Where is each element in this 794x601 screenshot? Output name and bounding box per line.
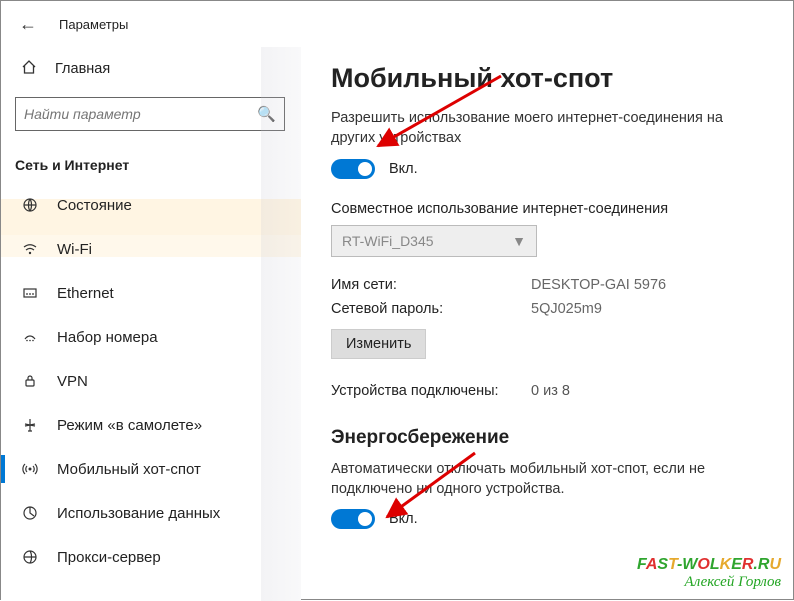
share-description: Разрешить использование моего интернет-с…: [331, 108, 761, 149]
network-password-label: Сетевой пароль:: [331, 301, 531, 317]
sidebar-item-dialup[interactable]: Набор номера: [1, 315, 301, 359]
sidebar-item-label: Набор номера: [57, 329, 158, 346]
data-icon: [21, 505, 39, 521]
sidebar-item-hotspot[interactable]: Мобильный хот-спот: [1, 447, 301, 491]
sidebar-item-label: Ethernet: [57, 285, 114, 302]
sidebar-category: Сеть и Интернет: [1, 131, 301, 183]
search-input[interactable]: 🔍: [15, 97, 285, 131]
dialup-icon: [21, 329, 39, 345]
back-icon[interactable]: ←: [19, 14, 37, 35]
combobox-value: RT-WiFi_D345: [342, 233, 434, 249]
wifi-icon: [21, 241, 39, 257]
devices-connected-value: 0 из 8: [531, 383, 773, 399]
sidebar-item-label: VPN: [57, 373, 88, 390]
sidebar-home[interactable]: Главная: [1, 51, 301, 87]
sidebar-item-status[interactable]: Состояние: [1, 183, 301, 227]
sidebar-item-vpn[interactable]: VPN: [1, 359, 301, 403]
chevron-down-icon: ▼: [512, 233, 526, 249]
toggle-state: Вкл.: [389, 161, 418, 177]
share-toggle[interactable]: [331, 159, 375, 179]
search-field[interactable]: [24, 106, 257, 122]
sidebar-item-ethernet[interactable]: Ethernet: [1, 271, 301, 315]
power-saving-title: Энергосбережение: [331, 427, 773, 449]
main-content: Мобильный хот-спот Разрешить использован…: [301, 47, 794, 601]
sidebar-item-label: Использование данных: [57, 505, 220, 522]
sidebar-item-label: Мобильный хот-спот: [57, 461, 201, 478]
page-title: Мобильный хот-спот: [331, 63, 773, 94]
settings-header: ← Параметры: [1, 1, 794, 47]
sidebar-item-label: Состояние: [57, 197, 132, 214]
edit-button[interactable]: Изменить: [331, 329, 426, 359]
share-from-label: Совместное использование интернет-соедин…: [331, 201, 773, 217]
watermark: FAST-WOLKER.RU Алексей Горлов: [637, 556, 781, 591]
globe-icon: [21, 197, 39, 213]
sidebar-item-datausage[interactable]: Использование данных: [1, 491, 301, 535]
watermark-line1: FAST-WOLKER.RU: [637, 556, 781, 574]
sidebar-item-airplane[interactable]: Режим «в самолете»: [1, 403, 301, 447]
sidebar-home-label: Главная: [55, 61, 110, 77]
ethernet-icon: [21, 285, 39, 301]
hotspot-icon: [21, 461, 39, 477]
devices-connected-label: Устройства подключены:: [331, 383, 531, 399]
airplane-icon: [21, 417, 39, 433]
header-title: Параметры: [59, 17, 128, 32]
watermark-line2: Алексей Горлов: [637, 574, 781, 591]
power-saving-toggle[interactable]: [331, 509, 375, 529]
share-from-combobox[interactable]: RT-WiFi_D345 ▼: [331, 225, 537, 257]
sidebar-item-label: Режим «в самолете»: [57, 417, 202, 434]
home-icon: [21, 59, 37, 80]
sidebar-item-wifi[interactable]: Wi-Fi: [1, 227, 301, 271]
sidebar-item-label: Wi-Fi: [57, 241, 92, 258]
sidebar-item-label: Прокси-сервер: [57, 549, 161, 566]
search-icon: 🔍: [257, 105, 276, 123]
vpn-icon: [21, 373, 39, 389]
network-name-label: Имя сети:: [331, 277, 531, 293]
power-saving-desc: Автоматически отключать мобильный хот-сп…: [331, 459, 761, 500]
toggle-state: Вкл.: [389, 511, 418, 527]
proxy-icon: [21, 549, 39, 565]
sidebar: Главная 🔍 Сеть и Интернет Состояние Wi-F…: [1, 47, 301, 601]
network-name-value: DESKTOP-GAI 5976: [531, 277, 773, 293]
sidebar-item-proxy[interactable]: Прокси-сервер: [1, 535, 301, 579]
network-password-value: 5QJ025m9: [531, 301, 773, 317]
